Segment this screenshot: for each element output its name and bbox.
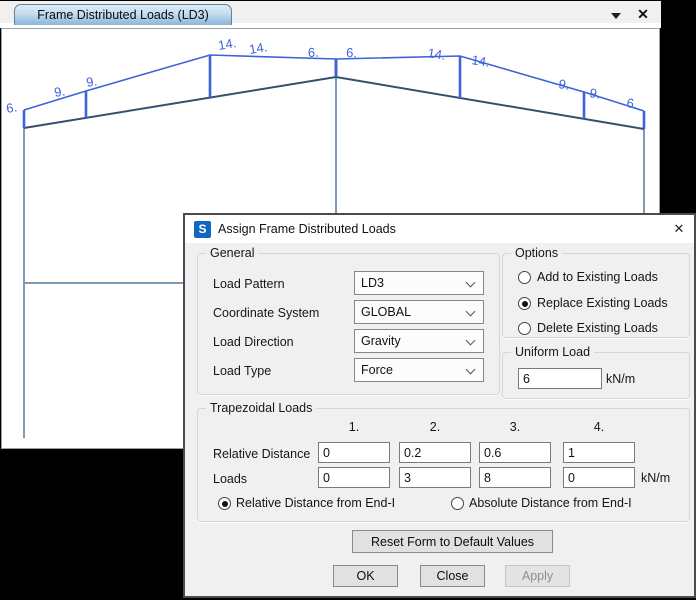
- general-group: General Load Pattern Coordinate System L…: [197, 253, 500, 395]
- column-header-3: 3.: [479, 420, 551, 434]
- coordinate-system-value: GLOBAL: [361, 305, 411, 319]
- load-value-label: 14.: [248, 39, 268, 57]
- dialog-title: Assign Frame Distributed Loads: [218, 222, 396, 236]
- trapezoidal-loads-group-legend: Trapezoidal Loads: [206, 401, 316, 415]
- delete-existing-loads-radio[interactable]: [518, 322, 531, 335]
- chevron-down-icon: [466, 365, 476, 375]
- window-close-icon[interactable]: ✕: [634, 5, 652, 23]
- ok-button[interactable]: OK: [333, 565, 398, 587]
- load-type-select[interactable]: Force: [354, 358, 484, 382]
- add-to-existing-loads-radio[interactable]: [518, 271, 531, 284]
- load-value-label: 6.: [346, 45, 357, 60]
- load-direction-select[interactable]: Gravity: [354, 329, 484, 353]
- uniform-load-group-legend: Uniform Load: [511, 345, 594, 359]
- uniform-load-input[interactable]: [518, 368, 602, 389]
- absolute-distance-from-end-i-label: Absolute Distance from End-I: [469, 496, 632, 510]
- assign-frame-distributed-loads-dialog: S Assign Frame Distributed Loads ✕ Gener…: [183, 213, 696, 598]
- column-header-2: 2.: [399, 420, 471, 434]
- rafter-lines: [24, 77, 644, 129]
- add-to-existing-loads-label: Add to Existing Loads: [537, 270, 658, 284]
- load-value-label: 6.: [308, 45, 319, 60]
- window-menu-caret-icon[interactable]: [611, 13, 621, 19]
- loads-row-label: Loads: [213, 472, 247, 486]
- loads-input-1[interactable]: [318, 467, 390, 488]
- load-type-label: Load Type: [213, 364, 271, 378]
- close-button[interactable]: Close: [420, 565, 485, 587]
- column-header-1: 1.: [318, 420, 390, 434]
- options-group: Options Add to Existing Loads Replace Ex…: [502, 253, 690, 338]
- relative-distance-from-end-i-label: Relative Distance from End-I: [236, 496, 395, 510]
- trapezoidal-loads-group: Trapezoidal Loads 1. 2. 3. 4. Relative D…: [197, 408, 690, 522]
- loads-input-2[interactable]: [399, 467, 471, 488]
- column-header-4: 4.: [563, 420, 635, 434]
- relative-distance-input-1[interactable]: [318, 442, 390, 463]
- loads-input-4[interactable]: [563, 467, 635, 488]
- chevron-down-icon: [466, 278, 476, 288]
- load-value-label: 9.: [558, 76, 571, 93]
- load-value-label: 14.: [471, 52, 491, 70]
- load-value-labels: 6. 9. 9. 14. 14. 6. 6. 14. 14. 9. 9. 6.: [5, 35, 639, 116]
- loads-unit: kN/m: [641, 471, 670, 485]
- relative-distance-from-end-i-radio[interactable]: [218, 497, 231, 510]
- delete-existing-loads-label: Delete Existing Loads: [537, 321, 658, 335]
- uniform-load-unit: kN/m: [606, 372, 635, 386]
- load-direction-label: Load Direction: [213, 335, 294, 349]
- relative-distance-input-3[interactable]: [479, 442, 551, 463]
- load-type-value: Force: [361, 363, 393, 377]
- sap2000-app-icon: S: [194, 221, 211, 238]
- replace-existing-loads-radio[interactable]: [518, 297, 531, 310]
- load-diagram: [24, 55, 644, 129]
- relative-distance-input-4[interactable]: [563, 442, 635, 463]
- replace-existing-loads-label: Replace Existing Loads: [537, 296, 668, 310]
- load-value-label: 9.: [53, 83, 66, 100]
- general-group-legend: General: [206, 246, 258, 260]
- relative-distance-input-2[interactable]: [399, 442, 471, 463]
- load-value-label: 9.: [589, 85, 602, 102]
- coordinate-system-label: Coordinate System: [213, 306, 319, 320]
- tab-frame-distributed-loads[interactable]: Frame Distributed Loads (LD3): [14, 4, 232, 25]
- uniform-load-group: Uniform Load kN/m: [502, 352, 690, 399]
- apply-button[interactable]: Apply: [505, 565, 570, 587]
- reset-form-button[interactable]: Reset Form to Default Values: [352, 530, 553, 553]
- options-group-legend: Options: [511, 246, 562, 260]
- chevron-down-icon: [466, 307, 476, 317]
- load-pattern-select[interactable]: LD3: [354, 271, 484, 295]
- load-direction-value: Gravity: [361, 334, 401, 348]
- load-value-label: 14.: [217, 35, 237, 53]
- dialog-title-bar[interactable]: S Assign Frame Distributed Loads ✕: [185, 215, 694, 243]
- load-value-label: 6.: [5, 99, 18, 116]
- absolute-distance-from-end-i-radio[interactable]: [451, 497, 464, 510]
- coordinate-system-select[interactable]: GLOBAL: [354, 300, 484, 324]
- relative-distance-row-label: Relative Distance: [213, 447, 310, 461]
- loads-input-3[interactable]: [479, 467, 551, 488]
- load-value-label: 14.: [427, 45, 447, 63]
- chevron-down-icon: [466, 336, 476, 346]
- load-pattern-value: LD3: [361, 276, 384, 290]
- load-value-label: 9.: [85, 73, 98, 90]
- load-pattern-label: Load Pattern: [213, 277, 285, 291]
- dialog-close-icon[interactable]: ✕: [669, 220, 689, 238]
